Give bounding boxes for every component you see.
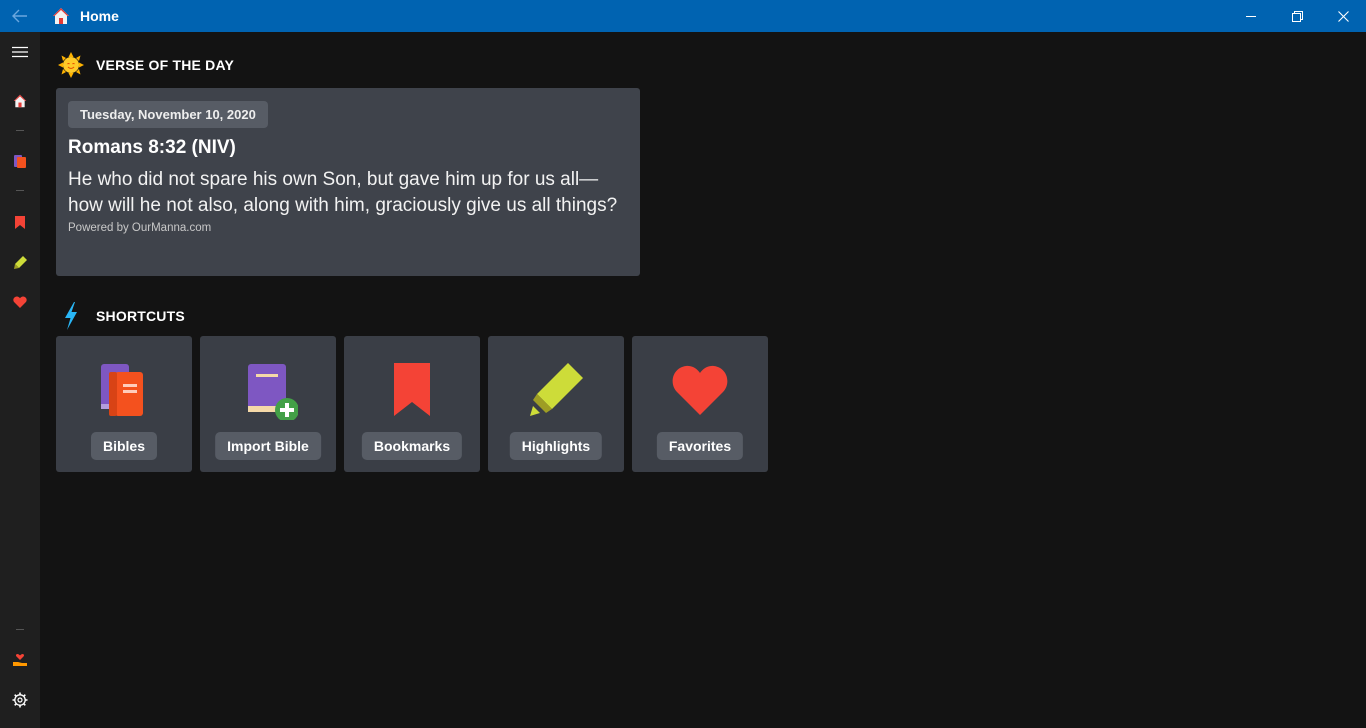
hamburger-icon [12,46,28,58]
home-icon [53,8,69,24]
shortcut-label: Highlights [509,432,603,460]
shortcut-highlights[interactable]: Highlights [488,336,624,472]
shortcut-label: Import Bible [215,432,321,460]
navigation-sidebar [0,32,40,728]
close-icon [1337,10,1349,22]
sun-icon [58,52,84,78]
verse-date: Tuesday, November 10, 2020 [68,101,268,128]
shortcuts-section-title: SHORTCUTS [96,308,185,324]
minimize-icon [1246,16,1256,17]
shortcuts-grid: Bibles Import Bible Bookmarks Highlights… [56,336,768,472]
verse-card: Tuesday, November 10, 2020 Romans 8:32 (… [56,88,640,276]
shortcuts-header: SHORTCUTS [56,302,185,330]
sidebar-item-bibles[interactable] [0,149,40,173]
sidebar-item-settings[interactable] [0,688,40,712]
verse-text: He who did not spare his own Son, but ga… [68,169,618,216]
gear-icon [12,692,28,708]
verse-section-title: VERSE OF THE DAY [96,57,235,73]
donate-hand-heart-icon [13,654,27,666]
hamburger-menu-button[interactable] [0,40,40,64]
shortcut-favorites[interactable]: Favorites [632,336,768,472]
books-icon [101,364,143,416]
sidebar-item-favorites[interactable] [0,290,40,314]
heart-icon [13,296,27,308]
shortcut-bookmarks[interactable]: Bookmarks [344,336,480,472]
sidebar-separator [16,130,24,131]
window-title: Home [80,8,119,24]
sidebar-item-bookmarks[interactable] [0,210,40,234]
bookmark-icon [15,215,25,229]
sidebar-separator [16,629,24,630]
home-icon [13,94,27,108]
close-button[interactable] [1320,0,1366,32]
books-icon [14,155,26,168]
bookmark-icon [394,363,430,416]
shortcut-label: Bookmarks [361,432,463,460]
restore-icon [1291,10,1303,22]
sidebar-separator [16,190,24,191]
heart-icon [672,365,728,415]
verse-of-the-day-header: VERSE OF THE DAY [56,52,234,78]
restore-button[interactable] [1274,0,1320,32]
minimize-button[interactable] [1228,0,1274,32]
sidebar-item-donate[interactable] [0,648,40,672]
import-bible-icon [248,364,298,420]
shortcut-label: Bibles [90,432,158,460]
highlighter-icon [530,363,583,416]
back-button[interactable] [0,0,40,32]
sidebar-item-home[interactable] [0,89,40,113]
shortcut-bibles[interactable]: Bibles [56,336,192,472]
lightning-icon [65,302,77,330]
back-arrow-icon [12,9,27,23]
sidebar-item-highlights[interactable] [0,250,40,274]
highlighter-icon [13,255,27,269]
main-content: VERSE OF THE DAY Tuesday, November 10, 2… [40,32,1366,728]
shortcut-import-bible[interactable]: Import Bible [200,336,336,472]
powered-by-text: Powered by OurManna.com [68,222,212,234]
title-bar: Home [0,0,1366,32]
verse-reference: Romans 8:32 (NIV) [68,137,236,158]
shortcut-label: Favorites [656,432,744,460]
